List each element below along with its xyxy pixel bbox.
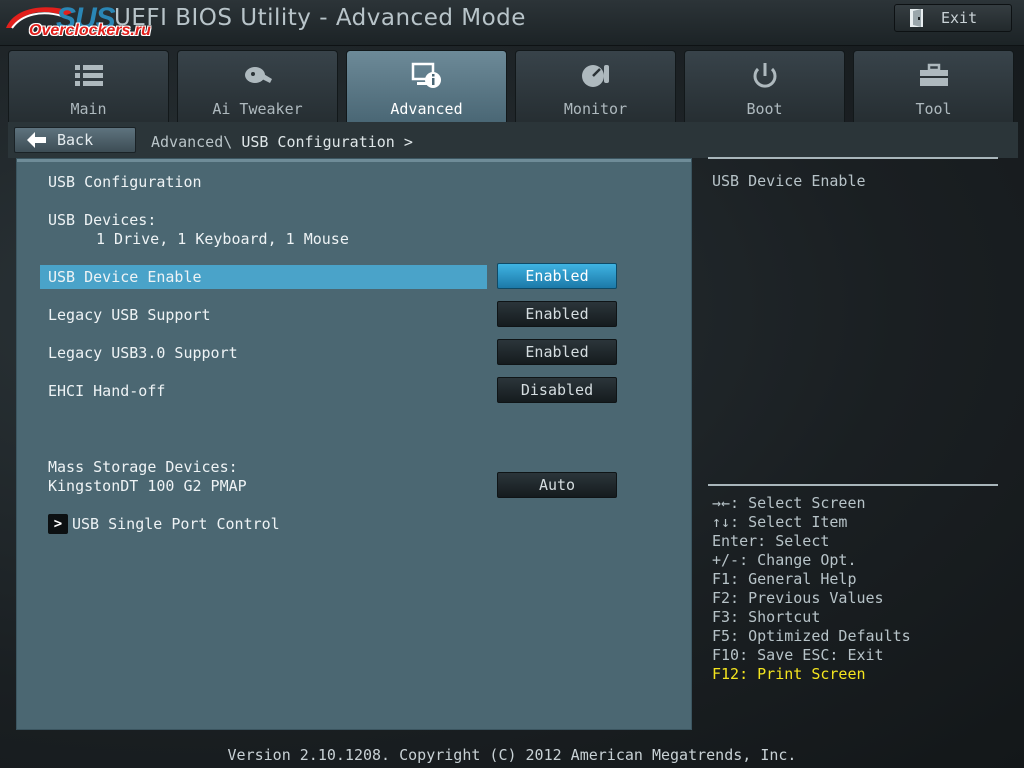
toolbox-icon bbox=[919, 63, 948, 86]
tab-label: Ai Tweaker bbox=[212, 100, 303, 118]
app-title: UEFI BIOS Utility - Advanced Mode bbox=[114, 5, 526, 31]
breadcrumb: Advanced\ USB Configuration > bbox=[151, 133, 413, 151]
help-bottom-divider bbox=[708, 484, 998, 486]
key-hint: Enter: Select bbox=[712, 532, 830, 550]
legacy-usb3-support-select[interactable]: Enabled bbox=[497, 339, 617, 365]
advanced-icon bbox=[411, 62, 441, 88]
tab-main[interactable]: Main bbox=[8, 50, 169, 122]
monitor-gauge-icon bbox=[581, 65, 609, 87]
key-hint: F1: General Help bbox=[712, 570, 857, 588]
setting-legacy-usb3-support-label[interactable]: Legacy USB3.0 Support bbox=[48, 344, 238, 362]
key-hint: F5: Optimized Defaults bbox=[712, 627, 911, 645]
mass-storage-device-label[interactable]: KingstonDT 100 G2 PMAP bbox=[48, 477, 247, 495]
key-legend: →←: Select Screen ↑↓: Select Item Enter:… bbox=[712, 494, 911, 684]
key-hint: F10: Save ESC: Exit bbox=[712, 646, 884, 664]
usb-devices-value: 1 Drive, 1 Keyboard, 1 Mouse bbox=[96, 230, 349, 248]
tab-tool[interactable]: Tool bbox=[853, 50, 1014, 122]
key-hint: ↑↓: Select Item bbox=[712, 513, 848, 531]
list-icon bbox=[74, 65, 103, 86]
exit-door-icon bbox=[910, 9, 923, 27]
setting-usb-device-enable-label[interactable]: USB Device Enable bbox=[48, 268, 202, 286]
breadcrumb-root[interactable]: Advanced\ bbox=[151, 133, 232, 151]
panel-top-border bbox=[17, 159, 691, 162]
key-hint: →←: Select Screen bbox=[712, 494, 866, 512]
submenu-arrow-icon[interactable]: > bbox=[48, 514, 68, 534]
ehci-hand-off-select[interactable]: Disabled bbox=[497, 377, 617, 403]
tab-label: Monitor bbox=[563, 100, 628, 118]
tab-advanced[interactable]: Advanced bbox=[346, 50, 507, 122]
usb-devices-label: USB Devices: bbox=[48, 211, 157, 229]
tab-label: Tool bbox=[915, 100, 952, 118]
help-description: USB Device Enable bbox=[712, 172, 866, 190]
back-label: Back bbox=[57, 131, 94, 149]
mass-storage-label: Mass Storage Devices: bbox=[48, 458, 238, 476]
tab-ai-tweaker[interactable]: Ai Tweaker bbox=[177, 50, 338, 122]
tab-monitor[interactable]: Monitor bbox=[515, 50, 676, 122]
section-title: USB Configuration bbox=[48, 173, 202, 191]
usb-single-port-control-link[interactable]: USB Single Port Control bbox=[72, 515, 280, 533]
title-bar: SUS Overclockers.ru UEFI BIOS Utility - … bbox=[0, 0, 1024, 46]
tab-label: Advanced bbox=[390, 100, 463, 118]
breadcrumb-current: USB Configuration > bbox=[241, 133, 413, 151]
version-footer: Version 2.10.1208. Copyright (C) 2012 Am… bbox=[227, 746, 797, 764]
key-hint: F3: Shortcut bbox=[712, 608, 821, 626]
mass-storage-emulation-select[interactable]: Auto bbox=[497, 472, 617, 498]
power-icon bbox=[753, 63, 776, 88]
back-arrow-icon bbox=[27, 132, 46, 148]
key-hint: +/-: Change Opt. bbox=[712, 551, 857, 569]
tab-boot[interactable]: Boot bbox=[684, 50, 845, 122]
tweaker-icon bbox=[244, 67, 272, 83]
exit-label: Exit bbox=[941, 9, 978, 27]
exit-button[interactable]: Exit bbox=[894, 4, 1012, 32]
settings-panel: USB Configuration USB Devices: 1 Drive, … bbox=[16, 158, 692, 730]
key-hint: F2: Previous Values bbox=[712, 589, 884, 607]
help-top-divider bbox=[708, 157, 998, 159]
usb-device-enable-select[interactable]: Enabled bbox=[497, 263, 617, 289]
navigation-bar: Back Advanced\ USB Configuration > bbox=[8, 122, 1018, 158]
setting-legacy-usb-support-label[interactable]: Legacy USB Support bbox=[48, 306, 211, 324]
main-tabs: Main Ai Tweaker Advanced Monitor Boot To… bbox=[8, 50, 1018, 122]
tab-label: Main bbox=[70, 100, 107, 118]
back-button[interactable]: Back bbox=[14, 127, 136, 153]
legacy-usb-support-select[interactable]: Enabled bbox=[497, 301, 617, 327]
key-hint-print-screen: F12: Print Screen bbox=[712, 665, 866, 683]
setting-ehci-hand-off-label[interactable]: EHCI Hand-off bbox=[48, 382, 165, 400]
tab-label: Boot bbox=[746, 100, 783, 118]
